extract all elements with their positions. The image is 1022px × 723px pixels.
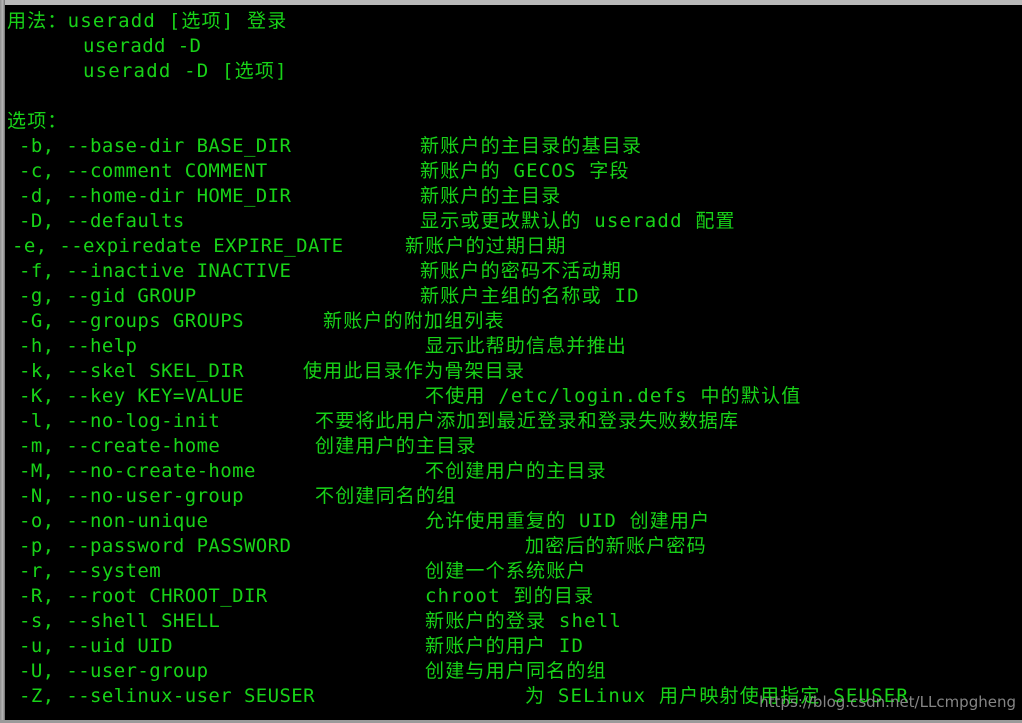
option-row: -m, --create-home 创建用户的主目录 xyxy=(5,434,1022,459)
option-row: -h, --help 显示此帮助信息并推出 xyxy=(5,334,1022,359)
option-description: 不要将此用户添加到最近登录和登录失败数据库 xyxy=(315,410,740,432)
option-row: -N, --no-user-group 不创建同名的组 xyxy=(5,484,1022,509)
options-heading: 选项： xyxy=(7,110,68,132)
option-description: 新账户的 GECOS 字段 xyxy=(420,160,630,182)
option-description: 不使用 /etc/login.defs 中的默认值 xyxy=(425,385,802,407)
terminal-window: 用法：useradd [选项] 登录 useradd -D useradd -D… xyxy=(0,0,1022,723)
option-flag: -o, --non-unique xyxy=(19,510,209,532)
option-flag: -d, --home-dir HOME_DIR xyxy=(19,185,292,207)
option-description: 新账户的主目录 xyxy=(420,185,562,207)
option-row: -g, --gid GROUP 新账户主组的名称或 ID xyxy=(5,284,1022,309)
option-description: 新账户的附加组列表 xyxy=(323,310,505,332)
option-row: -l, --no-log-init 不要将此用户添加到最近登录和登录失败数据库 xyxy=(5,409,1022,434)
usage-line-2: useradd -D xyxy=(83,35,202,57)
option-row: -R, --root CHROOT_DIR chroot 到的目录 xyxy=(5,584,1022,609)
option-description: chroot 到的目录 xyxy=(425,585,595,607)
option-flag: -D, --defaults xyxy=(19,210,185,232)
option-flag: -m, --create-home xyxy=(19,435,221,457)
option-description: 新账户的过期日期 xyxy=(405,235,567,257)
option-description: 不创建用户的主目录 xyxy=(425,460,607,482)
option-description: 显示或更改默认的 useradd 配置 xyxy=(420,210,736,232)
option-row: -M, --no-create-home 不创建用户的主目录 xyxy=(5,459,1022,484)
option-row: -b, --base-dir BASE_DIR 新账户的主目录的基目录 xyxy=(5,134,1022,159)
option-row: -d, --home-dir HOME_DIR 新账户的主目录 xyxy=(5,184,1022,209)
option-flag: -K, --key KEY=VALUE xyxy=(19,385,244,407)
option-flag: -f, --inactive INACTIVE xyxy=(19,260,292,282)
watermark-url: https://blog.csdn.net/LLcmpgheng xyxy=(759,693,1016,711)
option-flag: -u, --uid UID xyxy=(19,635,173,657)
option-flag: -l, --no-log-init xyxy=(19,410,221,432)
option-flag: -g, --gid GROUP xyxy=(19,285,197,307)
option-row: -r, --system 创建一个系统账户 xyxy=(5,559,1022,584)
usage-line-3: useradd -D [选项] xyxy=(83,60,288,82)
option-row: -s, --shell SHELL 新账户的登录 shell xyxy=(5,609,1022,634)
option-description: 允许使用重复的 UID 创建用户 xyxy=(425,510,711,532)
option-row: -p, --password PASSWORD 加密后的新账户密码 xyxy=(5,534,1022,559)
option-flag: -s, --shell SHELL xyxy=(19,610,221,632)
option-description: 创建与用户同名的组 xyxy=(425,660,607,682)
option-row: -u, --uid UID 新账户的用户 ID xyxy=(5,634,1022,659)
option-row: -k, --skel SKEL_DIR 使用此目录作为骨架目录 xyxy=(5,359,1022,384)
option-row: -f, --inactive INACTIVE 新账户的密码不活动期 xyxy=(5,259,1022,284)
option-row: -D, --defaults 显示或更改默认的 useradd 配置 xyxy=(5,209,1022,234)
option-flag: -k, --skel SKEL_DIR xyxy=(19,360,244,382)
option-flag: -r, --system xyxy=(19,560,162,582)
option-description: 加密后的新账户密码 xyxy=(525,535,707,557)
usage-line-1: 用法：useradd [选项] 登录 xyxy=(7,10,288,32)
option-row: -o, --non-unique 允许使用重复的 UID 创建用户 xyxy=(5,509,1022,534)
option-flag: -e, --expiredate EXPIRE_DATE xyxy=(12,235,344,257)
option-row: -c, --comment COMMENT 新账户的 GECOS 字段 xyxy=(5,159,1022,184)
option-flag: -h, --help xyxy=(19,335,138,357)
option-description: 新账户的用户 ID xyxy=(425,635,585,657)
option-flag: -p, --password PASSWORD xyxy=(19,535,292,557)
option-flag: -U, --user-group xyxy=(19,660,209,682)
option-flag: -M, --no-create-home xyxy=(19,460,256,482)
option-flag: -b, --base-dir BASE_DIR xyxy=(19,135,292,157)
option-flag: -R, --root CHROOT_DIR xyxy=(19,585,268,607)
option-flag: -c, --comment COMMENT xyxy=(19,160,268,182)
option-description: 不创建同名的组 xyxy=(315,485,457,507)
option-description: 新账户的密码不活动期 xyxy=(420,260,623,282)
option-flag: -N, --no-user-group xyxy=(19,485,244,507)
option-row: -U, --user-group 创建与用户同名的组 xyxy=(5,659,1022,684)
option-description: 新账户主组的名称或 ID xyxy=(420,285,640,307)
terminal-output-area[interactable]: 用法：useradd [选项] 登录 useradd -D useradd -D… xyxy=(5,5,1022,720)
option-row: -e, --expiredate EXPIRE_DATE 新账户的过期日期 xyxy=(5,234,1022,259)
option-description: 显示此帮助信息并推出 xyxy=(425,335,628,357)
option-description: 新账户的登录 shell xyxy=(425,610,623,632)
option-description: 新账户的主目录的基目录 xyxy=(420,135,643,157)
option-description: 创建一个系统账户 xyxy=(425,560,587,582)
option-row: -K, --key KEY=VALUE 不使用 /etc/login.defs 中… xyxy=(5,384,1022,409)
option-flag: -G, --groups GROUPS xyxy=(19,310,244,332)
option-row: -G, --groups GROUPS 新账户的附加组列表 xyxy=(5,309,1022,334)
option-description: 使用此目录作为骨架目录 xyxy=(303,360,526,382)
option-description: 创建用户的主目录 xyxy=(315,435,477,457)
option-flag: -Z, --selinux-user SEUSER xyxy=(19,685,315,707)
